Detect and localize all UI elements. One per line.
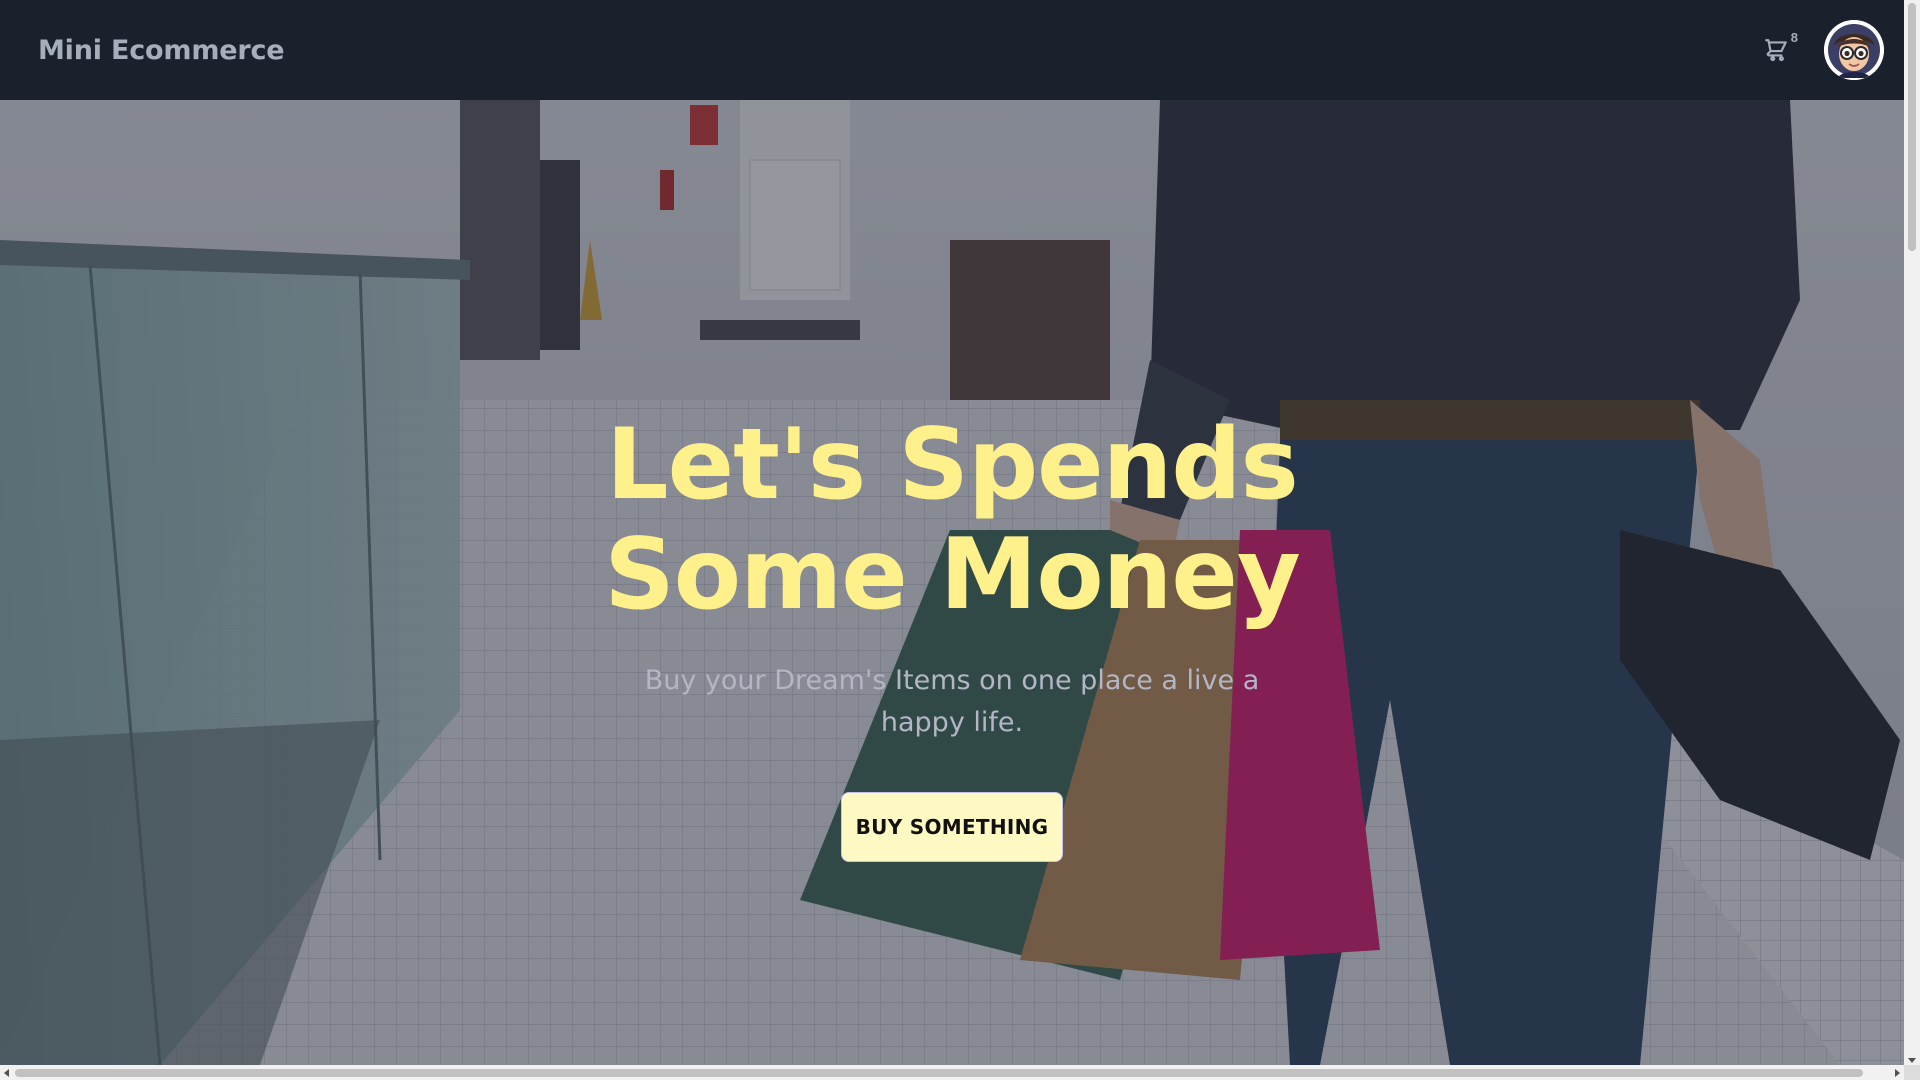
user-avatar[interactable] [1824, 20, 1884, 80]
horizontal-scrollbar-thumb[interactable] [15, 1069, 1863, 1077]
horizontal-scrollbar[interactable] [0, 1065, 1920, 1080]
cart-button[interactable]: 8 [1754, 28, 1798, 72]
hero-title: Let's Spends Some Money [0, 410, 1904, 630]
buy-something-button[interactable]: BUY SOMETHING [841, 792, 1063, 862]
navbar: Mini Ecommerce 8 [0, 0, 1904, 100]
hero-content: Let's Spends Some Money Buy your Dream's… [0, 100, 1904, 1065]
scrollbar-corner [1904, 1065, 1920, 1080]
vertical-scrollbar-thumb[interactable] [1908, 3, 1916, 251]
brand-logo[interactable]: Mini Ecommerce [38, 35, 285, 66]
hero-subtitle: Buy your Dream's Items on one place a li… [644, 665, 1260, 738]
hero-title-line-1: Let's Spends [606, 408, 1299, 522]
scroll-left-arrow-icon[interactable] [4, 1069, 9, 1077]
avatar-icon [1824, 20, 1884, 80]
hero-title-line-2: Some Money [604, 518, 1301, 632]
scroll-down-arrow-icon[interactable] [1908, 1058, 1916, 1063]
nav-actions: 8 [1754, 20, 1884, 80]
cart-count-badge: 8 [1790, 30, 1798, 45]
app-root: Mini Ecommerce 8 Let's Spends Some Money… [0, 0, 1920, 1080]
scroll-right-arrow-icon[interactable] [1895, 1069, 1900, 1077]
hero-section: Let's Spends Some Money Buy your Dream's… [0, 100, 1904, 1065]
cart-icon [1765, 39, 1787, 62]
vertical-scrollbar[interactable] [1904, 0, 1920, 1065]
